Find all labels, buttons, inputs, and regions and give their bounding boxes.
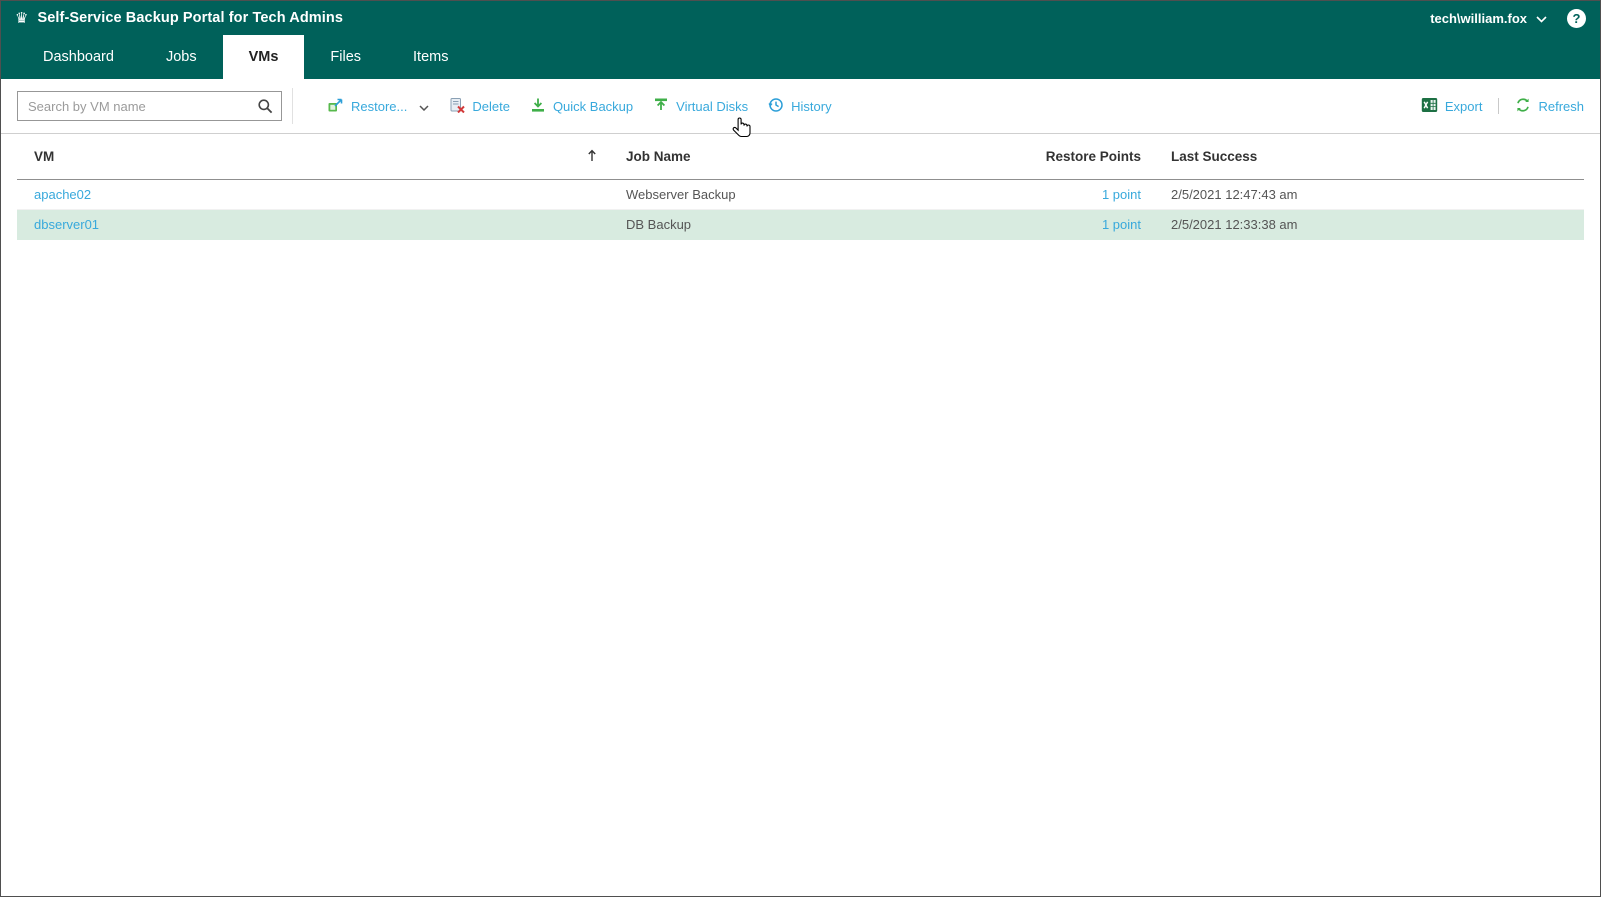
search-input[interactable] bbox=[17, 91, 282, 121]
delete-label: Delete bbox=[472, 98, 510, 114]
restore-points-link[interactable]: 1 point bbox=[1102, 217, 1141, 232]
excel-export-icon bbox=[1421, 97, 1438, 116]
column-header-last-success[interactable]: Last Success bbox=[1141, 149, 1584, 164]
vm-name-link[interactable]: dbserver01 bbox=[34, 217, 99, 232]
restore-button[interactable]: Restore... bbox=[327, 97, 429, 116]
job-name-cell: Webserver Backup bbox=[626, 187, 736, 202]
restore-icon bbox=[327, 97, 344, 116]
quick-backup-icon bbox=[530, 97, 546, 116]
history-icon bbox=[768, 97, 784, 116]
toolbar-right-divider bbox=[1498, 98, 1500, 114]
tab-vms[interactable]: VMs bbox=[222, 35, 305, 79]
refresh-button[interactable]: Refresh bbox=[1515, 97, 1584, 116]
help-button[interactable]: ? bbox=[1567, 8, 1586, 28]
virtual-disks-icon bbox=[653, 97, 669, 116]
restore-points-link[interactable]: 1 point bbox=[1102, 187, 1141, 202]
tab-dashboard[interactable]: Dashboard bbox=[17, 35, 140, 79]
toolbar: Restore... Delete bbox=[1, 79, 1600, 134]
toolbar-right: Export Refresh bbox=[1421, 97, 1584, 116]
delete-button[interactable]: Delete bbox=[449, 97, 510, 116]
chevron-down-icon bbox=[1536, 11, 1547, 26]
column-header-vm[interactable]: VM bbox=[17, 149, 609, 165]
search-icon[interactable] bbox=[257, 98, 273, 119]
refresh-label: Refresh bbox=[1538, 98, 1584, 114]
user-menu[interactable]: tech\william.fox bbox=[1430, 11, 1547, 26]
restore-label: Restore... bbox=[351, 98, 408, 114]
top-bar-right: tech\william.fox ? bbox=[1430, 8, 1586, 28]
chevron-down-icon bbox=[419, 99, 429, 114]
table-row[interactable]: apache02 Webserver Backup 1 point 2/5/20… bbox=[17, 180, 1584, 210]
sort-ascending-icon bbox=[587, 149, 597, 165]
job-name-cell: DB Backup bbox=[626, 217, 692, 232]
tab-items[interactable]: Items bbox=[387, 35, 474, 79]
toolbar-divider bbox=[292, 88, 293, 124]
veeam-logo-icon: ♛ bbox=[15, 8, 29, 27]
app-window: ♛ Self-Service Backup Portal for Tech Ad… bbox=[0, 0, 1601, 897]
last-success-cell: 2/5/2021 12:47:43 am bbox=[1171, 187, 1298, 202]
table-header: VM Job Name Restore Points Last Success bbox=[17, 134, 1584, 180]
virtual-disks-label: Virtual Disks bbox=[676, 98, 749, 114]
username: tech\william.fox bbox=[1430, 10, 1527, 26]
delete-icon bbox=[449, 97, 466, 116]
refresh-icon bbox=[1515, 97, 1531, 116]
tab-jobs[interactable]: Jobs bbox=[140, 35, 223, 79]
top-bar: ♛ Self-Service Backup Portal for Tech Ad… bbox=[1, 1, 1600, 35]
portal-title: Self-Service Backup Portal for Tech Admi… bbox=[37, 10, 344, 26]
table-row-selected[interactable]: dbserver01 DB Backup 1 point 2/5/2021 12… bbox=[17, 210, 1584, 240]
vm-name-link[interactable]: apache02 bbox=[34, 187, 91, 202]
column-header-job-name[interactable]: Job Name bbox=[609, 149, 1029, 164]
history-label: History bbox=[791, 98, 832, 114]
virtual-disks-button[interactable]: Virtual Disks bbox=[653, 97, 748, 116]
quick-backup-button[interactable]: Quick Backup bbox=[530, 97, 633, 116]
search-box bbox=[17, 91, 282, 121]
nav-tabs: Dashboard Jobs VMs Files Items bbox=[1, 35, 1600, 79]
export-button[interactable]: Export bbox=[1421, 97, 1483, 116]
column-header-restore-points[interactable]: Restore Points bbox=[1029, 149, 1141, 164]
history-button[interactable]: History bbox=[768, 97, 832, 116]
last-success-cell: 2/5/2021 12:33:38 am bbox=[1171, 217, 1298, 232]
export-label: Export bbox=[1444, 98, 1483, 114]
quick-backup-label: Quick Backup bbox=[552, 98, 634, 114]
tab-files[interactable]: Files bbox=[304, 35, 387, 79]
